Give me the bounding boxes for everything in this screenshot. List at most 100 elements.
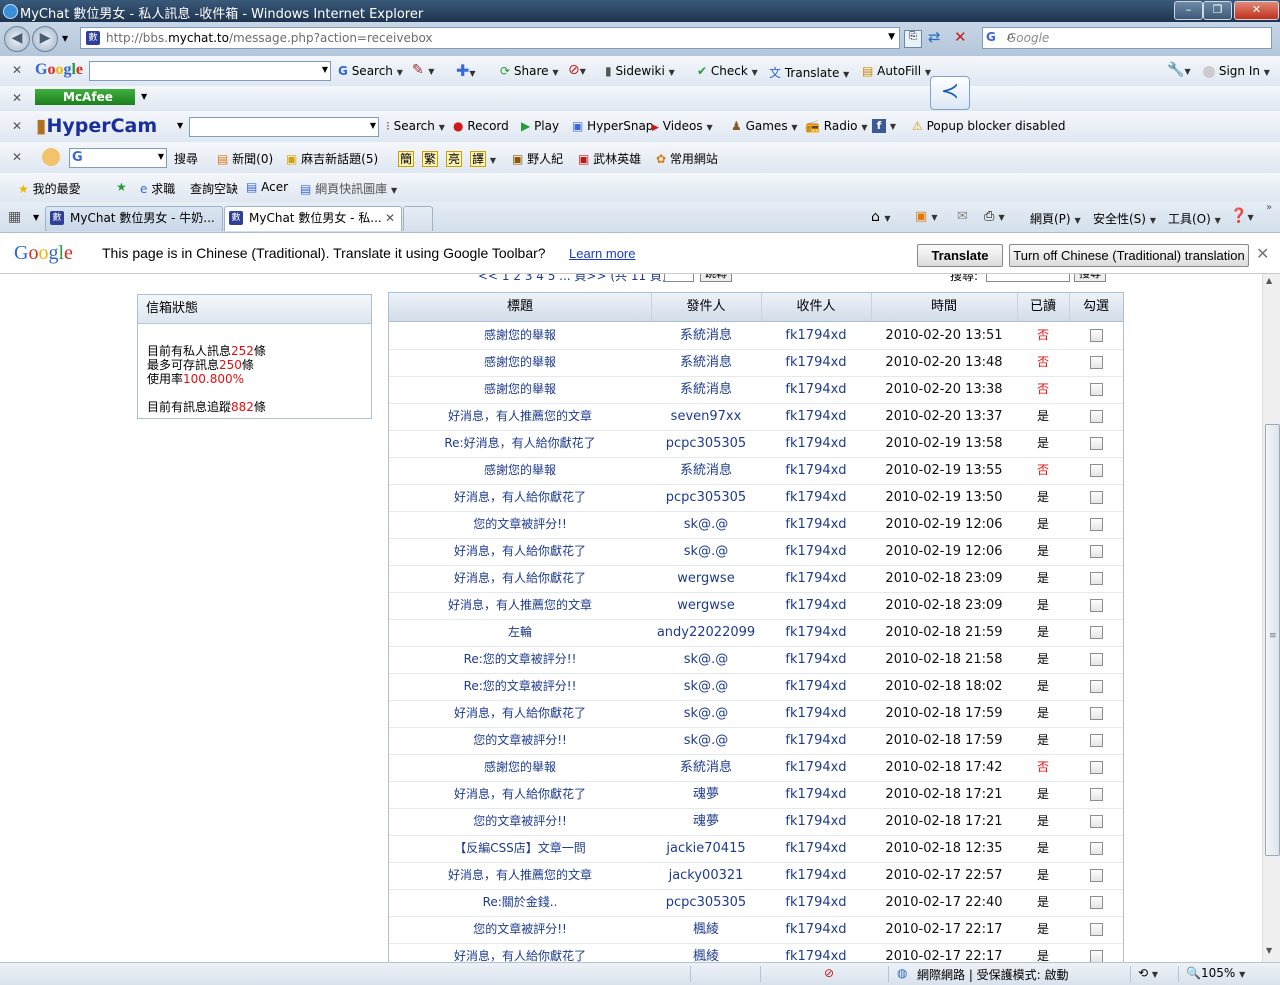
bookmark-icon[interactable]: ✎ ▼ xyxy=(412,62,434,78)
recipient-link[interactable]: fk1794xd xyxy=(761,781,871,808)
translate-page-button[interactable]: Translate xyxy=(917,244,1003,267)
quick-tabs-icon[interactable]: ▦ xyxy=(8,209,21,225)
message-subject-link[interactable]: 好消息，有人推薦您的文章 xyxy=(389,862,651,889)
mcafee-dropdown-icon[interactable]: ▼ xyxy=(141,92,147,101)
maximize-button[interactable]: ❐ xyxy=(1203,1,1232,20)
sender-link[interactable]: 系統消息 xyxy=(651,322,761,349)
message-subject-link[interactable]: 好消息，有人給你獻花了 xyxy=(389,943,651,962)
message-subject-link[interactable]: 【反編CSS店】文章一問 xyxy=(389,835,651,862)
security-zone[interactable]: 網際網路 | 受保護模式: 啟動 xyxy=(917,966,1069,983)
sender-link[interactable]: pcpc305305 xyxy=(651,484,761,511)
hypercam-search-input[interactable]: ▼ xyxy=(189,117,379,137)
message-subject-link[interactable]: Re:好消息，有人給你獻花了 xyxy=(389,430,651,457)
help-icon[interactable]: ❓▼ xyxy=(1230,208,1254,224)
share-button[interactable]: ⟳ Share ▼ xyxy=(500,64,559,78)
sender-link[interactable]: sk@.@ xyxy=(651,727,761,754)
sidewiki-button[interactable]: ▮ Sidewiki ▼ xyxy=(605,64,675,78)
mcafee-button[interactable]: McAfee xyxy=(35,89,135,105)
refresh-icon[interactable]: ⇄ xyxy=(928,28,941,46)
select-checkbox[interactable] xyxy=(1089,815,1103,828)
close-toolbar-icon[interactable]: ✕ xyxy=(12,91,22,105)
learn-more-link[interactable]: Learn more xyxy=(569,246,635,261)
tools-menu[interactable]: 工具(O) ▼ xyxy=(1168,210,1221,227)
sign-in-button[interactable]: Sign In ▼ xyxy=(1203,64,1270,78)
message-subject-link[interactable]: 好消息，有人給你獻花了 xyxy=(389,484,651,511)
google-toolbar-search-input[interactable]: ▼ xyxy=(89,61,331,81)
search-icon[interactable]: ⌕ xyxy=(1007,29,1257,44)
sender-link[interactable]: pcpc305305 xyxy=(651,430,761,457)
recipient-link[interactable]: fk1794xd xyxy=(761,565,871,592)
message-subject-link[interactable]: 好消息，有人給你獻花了 xyxy=(389,565,651,592)
hypersnap-button[interactable]: ▣ HyperSnap xyxy=(572,119,653,133)
news-button[interactable]: ▤ 新聞(0) xyxy=(217,150,273,167)
fav-item-4[interactable]: ▤ 網頁快訊圖庫 ▼ xyxy=(300,180,397,197)
recipient-link[interactable]: fk1794xd xyxy=(761,889,871,916)
page-jump-input[interactable] xyxy=(664,274,694,282)
turn-off-translation-button[interactable]: Turn off Chinese (Traditional) translati… xyxy=(1009,244,1249,267)
recipient-link[interactable]: fk1794xd xyxy=(761,511,871,538)
mars-text-button[interactable]: 亮 xyxy=(446,150,463,167)
spell-check-button[interactable]: ✔ Check ▼ xyxy=(697,64,758,78)
translate-button[interactable]: 文 Translate ▼ xyxy=(769,64,849,81)
message-subject-link[interactable]: 感謝您的舉報 xyxy=(389,349,651,376)
sender-link[interactable]: 系統消息 xyxy=(651,457,761,484)
message-subject-link[interactable]: 您的文章被評分!! xyxy=(389,727,651,754)
facebook-button[interactable]: f ▼ xyxy=(872,118,896,133)
translate-cn-button[interactable]: 譯 ▼ xyxy=(470,150,496,167)
message-subject-link[interactable]: 好消息，有人給你獻花了 xyxy=(389,700,651,727)
message-subject-link[interactable]: 感謝您的舉報 xyxy=(389,376,651,403)
sender-link[interactable]: 楓綾 xyxy=(651,943,761,962)
select-checkbox[interactable] xyxy=(1089,788,1103,801)
recipient-link[interactable]: fk1794xd xyxy=(761,727,871,754)
recipient-link[interactable]: fk1794xd xyxy=(761,943,871,962)
fav-item-3[interactable]: ▤ Acer xyxy=(246,180,288,194)
play-button[interactable]: ▶ Play xyxy=(521,119,559,133)
select-checkbox[interactable] xyxy=(1089,734,1103,747)
site-link-3[interactable]: ✿ 常用網站 xyxy=(656,150,718,167)
message-subject-link[interactable]: Re:您的文章被評分!! xyxy=(389,646,651,673)
vertical-scrollbar[interactable]: ▲ ≡ ▼ xyxy=(1262,274,1280,962)
protected-mode-icon[interactable]: ⟲ ▼ xyxy=(1138,966,1158,980)
close-toolbar-icon[interactable]: ✕ xyxy=(12,150,22,164)
sender-link[interactable]: 系統消息 xyxy=(651,376,761,403)
videos-button[interactable]: ▶ Videos ▼ xyxy=(652,119,713,133)
sender-link[interactable]: sk@.@ xyxy=(651,673,761,700)
sender-link[interactable]: 楓綾 xyxy=(651,916,761,943)
sender-link[interactable]: andy22022099 xyxy=(651,619,761,646)
fav-item-1[interactable]: e 求職 xyxy=(140,180,175,197)
select-checkbox[interactable] xyxy=(1089,356,1103,369)
sender-link[interactable]: 系統消息 xyxy=(651,349,761,376)
sender-link[interactable]: jackie70415 xyxy=(651,835,761,862)
recipient-link[interactable]: fk1794xd xyxy=(761,484,871,511)
close-button[interactable]: ✕ xyxy=(1234,1,1279,20)
tab-list-dropdown-icon[interactable]: ▼ xyxy=(33,213,39,222)
select-checkbox[interactable] xyxy=(1089,653,1103,666)
feather-icon[interactable]: ≺ xyxy=(930,76,970,110)
select-checkbox[interactable] xyxy=(1089,599,1103,612)
recipient-link[interactable]: fk1794xd xyxy=(761,808,871,835)
recipient-link[interactable]: fk1794xd xyxy=(761,538,871,565)
recipient-link[interactable]: fk1794xd xyxy=(761,619,871,646)
select-checkbox[interactable] xyxy=(1089,410,1103,423)
page-jump-button[interactable]: 跳轉 xyxy=(700,274,732,282)
games-button[interactable]: ♟ Games ▼ xyxy=(731,119,798,133)
select-checkbox[interactable] xyxy=(1089,761,1103,774)
chevron-more-icon[interactable]: » xyxy=(1266,202,1272,213)
message-subject-link[interactable]: 好消息，有人推薦您的文章 xyxy=(389,592,651,619)
select-checkbox[interactable] xyxy=(1089,707,1103,720)
cn-search-input[interactable]: G ▼ xyxy=(69,148,167,168)
simplified-button[interactable]: 簡 xyxy=(398,150,415,167)
fav-item-2[interactable]: 查詢空缺 xyxy=(190,180,238,197)
message-subject-link[interactable]: 好消息，有人推薦您的文章 xyxy=(389,403,651,430)
close-translate-bar-icon[interactable]: ✕ xyxy=(1256,244,1269,263)
message-subject-link[interactable]: Re:您的文章被評分!! xyxy=(389,673,651,700)
compat-view-icon[interactable]: ⎘ xyxy=(904,30,922,48)
radio-button[interactable]: 📻 Radio ▼ xyxy=(805,119,868,133)
message-subject-link[interactable]: Re:關於金錢.. xyxy=(389,889,651,916)
add-button-icon[interactable]: ✚▼ xyxy=(456,61,476,80)
sender-link[interactable]: seven97xx xyxy=(651,403,761,430)
recipient-link[interactable]: fk1794xd xyxy=(761,700,871,727)
select-checkbox[interactable] xyxy=(1089,680,1103,693)
select-checkbox[interactable] xyxy=(1089,545,1103,558)
sender-link[interactable]: 系統消息 xyxy=(651,754,761,781)
